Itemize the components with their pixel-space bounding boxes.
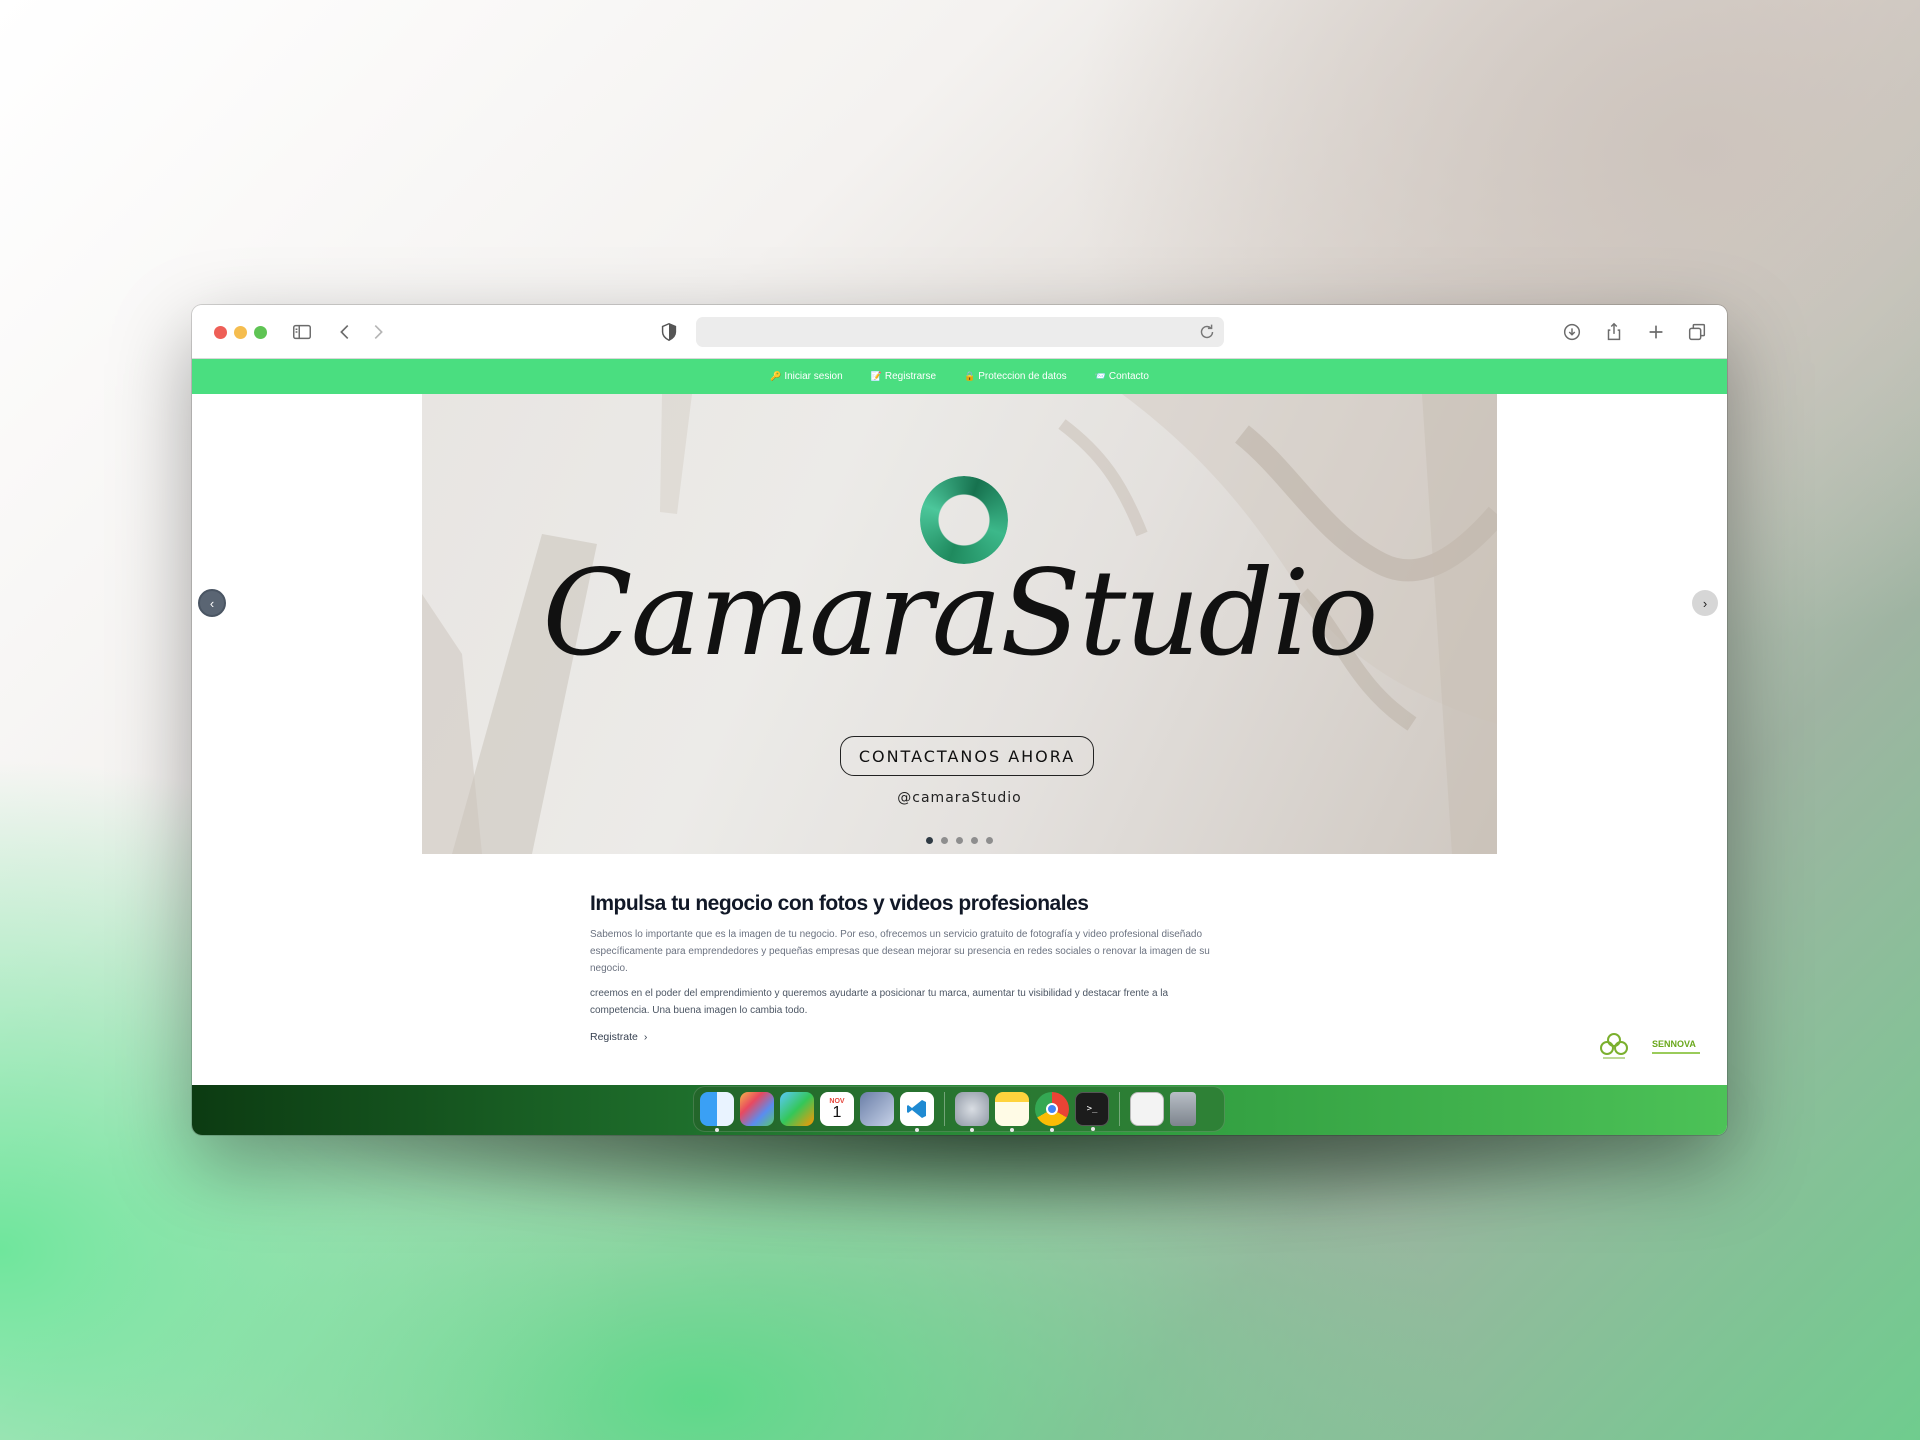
chrome-center bbox=[1046, 1103, 1058, 1115]
zoom-window-button[interactable] bbox=[254, 326, 267, 339]
carousel-next-button[interactable]: › bbox=[1692, 590, 1718, 616]
macos-dock: NOV 1 >_ bbox=[693, 1086, 1225, 1132]
site-navbar: 🔑 Iniciar sesion 📝 Registrarse 🔒 Protecc… bbox=[192, 359, 1727, 394]
hero-social-handle: @camaraStudio bbox=[897, 790, 1022, 806]
reload-icon[interactable] bbox=[1196, 321, 1218, 343]
share-icon[interactable] bbox=[1601, 319, 1627, 345]
browser-toolbar bbox=[192, 305, 1727, 359]
dock-separator bbox=[1119, 1092, 1120, 1126]
nav-contact-link[interactable]: 📨 Contacto bbox=[1095, 371, 1149, 382]
sidebar-icon[interactable] bbox=[289, 319, 315, 345]
calendar-day: 1 bbox=[832, 1103, 842, 1121]
finder-icon[interactable] bbox=[700, 1092, 734, 1132]
tabs-overview-icon[interactable] bbox=[1684, 319, 1710, 345]
carousel-indicators bbox=[422, 837, 1497, 844]
calendar-icon[interactable]: NOV 1 bbox=[820, 1092, 854, 1126]
sennova-logo-underline bbox=[1652, 1052, 1700, 1054]
download-icon[interactable] bbox=[1559, 319, 1585, 345]
institution-logo bbox=[1600, 1033, 1628, 1059]
appstore-icon[interactable] bbox=[780, 1092, 814, 1126]
memo-icon: 📝 bbox=[870, 371, 882, 381]
contact-now-button[interactable]: CONTACTANOS AHORA bbox=[840, 736, 1094, 776]
envelope-icon: 📨 bbox=[1094, 371, 1106, 381]
vscode-icon[interactable] bbox=[900, 1092, 934, 1132]
terminal-icon[interactable]: >_ bbox=[1075, 1092, 1109, 1131]
settings-icon[interactable] bbox=[955, 1092, 989, 1132]
nav-register-label: Registrarse bbox=[884, 371, 937, 382]
key-icon: 🔑 bbox=[770, 371, 782, 381]
intro-section: Impulsa tu negocio con fotos y videos pr… bbox=[590, 892, 1210, 1043]
sennova-logo-text: SENNOVA bbox=[1652, 1039, 1696, 1049]
register-link[interactable]: Registrate › bbox=[590, 1031, 1210, 1043]
lock-icon: 🔒 bbox=[964, 371, 976, 381]
chrome-icon[interactable] bbox=[1035, 1092, 1069, 1132]
section-paragraph: Sabemos lo importante que es la imagen d… bbox=[590, 929, 1210, 974]
close-window-button[interactable] bbox=[214, 326, 227, 339]
carousel-prev-button[interactable]: ‹ bbox=[198, 589, 226, 617]
carousel-indicator[interactable] bbox=[926, 837, 933, 844]
trash-icon[interactable] bbox=[1170, 1092, 1196, 1126]
address-bar[interactable] bbox=[696, 317, 1224, 347]
carousel-indicator[interactable] bbox=[986, 837, 993, 844]
nav-contact-label: Contacto bbox=[1108, 371, 1149, 382]
page-content: CamaraStudio CONTACTANOS AHORA @camaraSt… bbox=[192, 394, 1727, 1091]
register-link-label: Registrate bbox=[590, 1031, 638, 1043]
virtualbox-icon[interactable] bbox=[860, 1092, 894, 1126]
notes-icon[interactable] bbox=[995, 1092, 1029, 1132]
chevron-right-icon: › bbox=[643, 1031, 648, 1043]
nav-login-link[interactable]: 🔑 Iniciar sesion bbox=[770, 371, 843, 382]
nav-login-label: Iniciar sesion bbox=[784, 371, 843, 382]
preview-icon[interactable] bbox=[1130, 1092, 1164, 1126]
hero-carousel: CamaraStudio CONTACTANOS AHORA @camaraSt… bbox=[422, 394, 1497, 854]
forward-icon[interactable] bbox=[365, 319, 391, 345]
launchpad-icon[interactable] bbox=[740, 1092, 774, 1126]
terminal-prompt: >_ bbox=[1086, 1104, 1098, 1114]
carousel-indicator[interactable] bbox=[956, 837, 963, 844]
nav-privacy-label: Proteccion de datos bbox=[978, 371, 1067, 382]
nav-register-link[interactable]: 📝 Registrarse bbox=[871, 371, 936, 382]
sennova-logo: SENNOVA bbox=[1652, 1039, 1704, 1059]
browser-window: 🔑 Iniciar sesion 📝 Registrarse 🔒 Protecc… bbox=[192, 305, 1727, 1135]
carousel-indicator[interactable] bbox=[941, 837, 948, 844]
hero-brand-title: CamaraStudio bbox=[542, 544, 1378, 682]
minimize-window-button[interactable] bbox=[234, 326, 247, 339]
new-tab-icon[interactable] bbox=[1643, 319, 1669, 345]
section-paragraph-secondary: creemos en el poder del emprendimiento y… bbox=[590, 988, 1169, 1016]
chevron-right-icon: › bbox=[1702, 595, 1708, 611]
section-title: Impulsa tu negocio con fotos y videos pr… bbox=[590, 892, 1089, 915]
nav-privacy-link[interactable]: 🔒 Proteccion de datos bbox=[964, 371, 1067, 382]
carousel-indicator[interactable] bbox=[971, 837, 978, 844]
dock-separator bbox=[944, 1092, 945, 1126]
back-icon[interactable] bbox=[332, 319, 358, 345]
chevron-left-icon: ‹ bbox=[209, 595, 215, 611]
shield-icon[interactable] bbox=[656, 319, 682, 345]
